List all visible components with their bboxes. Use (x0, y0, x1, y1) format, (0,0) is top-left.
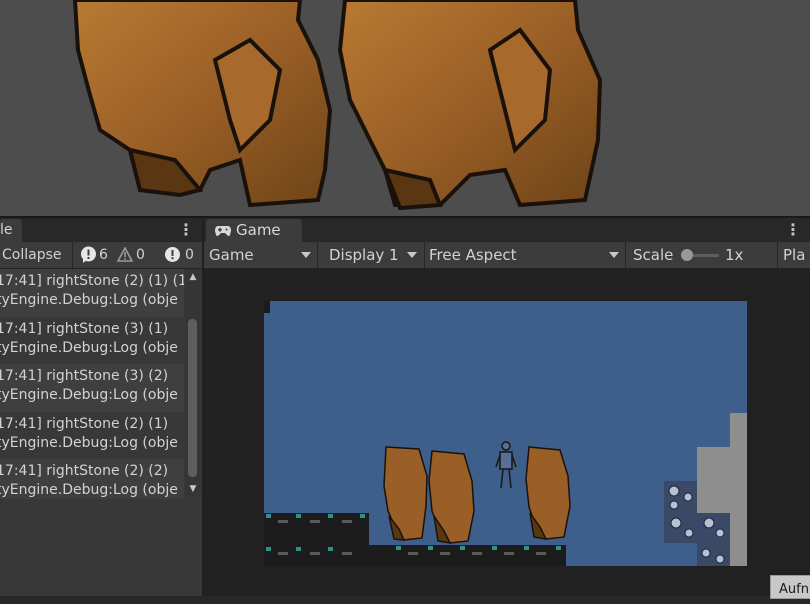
chevron-down-icon (407, 252, 417, 258)
display-value: Display 1 (329, 246, 399, 264)
gamepad-icon (215, 226, 231, 236)
aspect-dropdown[interactable]: Free Aspect (429, 242, 624, 268)
console-log-list: 17:41] rightStone (2) (1) (1 tyEngine.De… (0, 269, 184, 499)
log-entry[interactable]: 17:41] rightStone (3) (1) tyEngine.Debug… (0, 317, 184, 365)
console-toolbar: Collapse 6 0 0 (0, 242, 202, 269)
collapse-button[interactable]: Collapse (2, 242, 62, 268)
display-dropdown[interactable]: Display 1 (329, 242, 424, 268)
view-mode-dropdown[interactable]: Game (209, 242, 316, 268)
scene-view[interactable] (0, 0, 810, 216)
console-tab-label: le (0, 222, 13, 238)
info-icon (81, 246, 96, 263)
scene-rock-left (72, 0, 333, 208)
console-panel: le ⋮ Collapse 6 0 0 17:41] rightStone (2… (0, 218, 202, 596)
scale-label: Scale (633, 246, 674, 264)
rock-sprite-2 (428, 450, 475, 544)
tab-console[interactable]: le (0, 219, 22, 242)
toolbar-separator (625, 242, 626, 268)
game-menu-icon[interactable]: ⋮ (785, 220, 801, 240)
log-stacktrace: tyEngine.Debug:Log (obje (0, 387, 178, 403)
error-count: 0 (185, 247, 194, 263)
toolbar-separator (777, 242, 778, 268)
scale-control: Scale 1x (633, 242, 773, 268)
game-panel: Game ⋮ Game Display 1 Free Aspect Scale … (204, 218, 810, 596)
view-mode-value: Game (209, 246, 254, 264)
error-icon (165, 247, 180, 262)
play-mode-dropdown[interactable]: Pla (783, 242, 810, 268)
game-toolbar: Game Display 1 Free Aspect Scale 1x Pla (204, 242, 810, 269)
tab-game[interactable]: Game (206, 219, 302, 242)
log-stacktrace: tyEngine.Debug:Log (obje (0, 339, 178, 356)
game-tab-label: Game (236, 221, 281, 239)
log-entry[interactable]: 17:41] rightStone (3) (2) tyEngine.Debug… (0, 364, 184, 412)
scroll-up-icon[interactable]: ▲ (188, 273, 198, 282)
log-message: 17:41] rightStone (2) (1) (1 (0, 273, 184, 289)
log-entry[interactable]: 17:41] rightStone (2) (1) (1 tyEngine.De… (0, 269, 184, 317)
chevron-down-icon (609, 252, 619, 258)
toolbar-separator (317, 242, 318, 268)
chevron-down-icon (301, 252, 311, 258)
log-message: 17:41] rightStone (3) (2) (0, 368, 169, 384)
log-stacktrace: tyEngine.Debug:Log (obje (0, 292, 178, 308)
toolbar-separator (424, 242, 425, 268)
scrollbar-thumb[interactable] (188, 319, 197, 477)
log-message: 17:41] rightStone (2) (2) (0, 463, 169, 479)
warning-count: 0 (136, 247, 145, 263)
corner-marker (264, 301, 270, 313)
rock-sprite-1 (383, 446, 428, 541)
scene-rocks (72, 0, 603, 211)
log-message: 17:41] rightStone (2) (1) (0, 415, 169, 432)
console-scrollbar[interactable]: ▲ ▼ (185, 269, 201, 497)
scroll-down-icon[interactable]: ▼ (188, 485, 198, 494)
rock-sprite-3 (525, 446, 571, 540)
wall-tall (730, 413, 747, 566)
scale-value: 1x (725, 246, 744, 264)
player-sprite (495, 441, 517, 489)
record-button[interactable]: Aufn (770, 575, 810, 599)
game-view-area[interactable] (204, 269, 810, 596)
log-message: 17:41] rightStone (3) (1) (0, 320, 169, 337)
log-entry[interactable]: 17:41] rightStone (2) (1) tyEngine.Debug… (0, 412, 184, 460)
game-canvas[interactable] (264, 301, 747, 566)
game-tabbar: Game ⋮ (204, 218, 810, 242)
warning-icon (117, 247, 133, 262)
log-entry[interactable]: 17:41] rightStone (2) (2) tyEngine.Debug… (0, 459, 184, 499)
log-stacktrace: tyEngine.Debug:Log (obje (0, 434, 178, 451)
scene-rock-right (337, 0, 603, 211)
scale-slider-knob[interactable] (681, 249, 693, 261)
game-scene (264, 301, 747, 566)
log-stacktrace: tyEngine.Debug:Log (obje (0, 482, 178, 498)
console-menu-icon[interactable]: ⋮ (178, 220, 194, 240)
console-tabbar: le ⋮ (0, 218, 202, 242)
play-mode-label: Pla (783, 246, 806, 264)
toolbar-separator (72, 242, 73, 268)
info-count: 6 (99, 247, 108, 263)
aspect-value: Free Aspect (429, 246, 517, 264)
record-label: Aufn (779, 582, 809, 597)
collapse-label: Collapse (2, 247, 62, 263)
